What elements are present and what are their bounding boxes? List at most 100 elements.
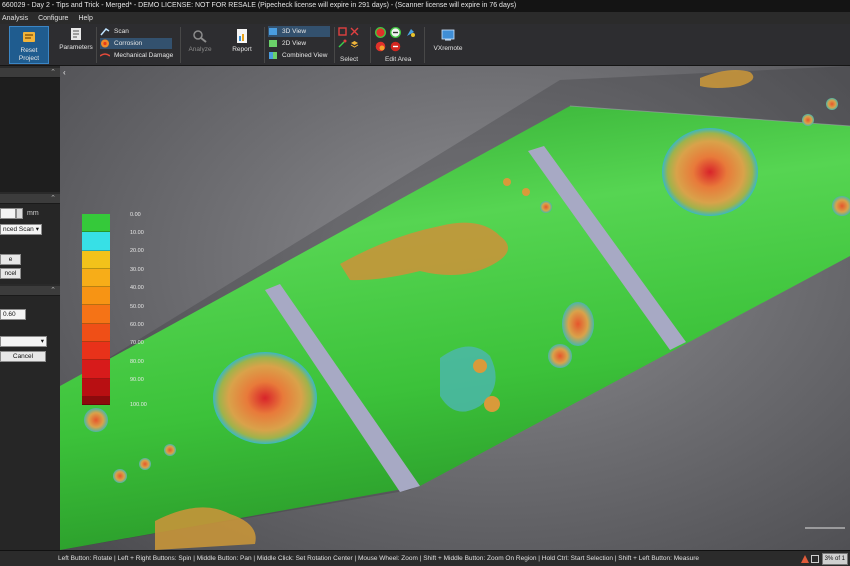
analyze-button[interactable]: Analyze bbox=[184, 28, 216, 54]
panel-body-middle: mm nced Scan ▾ e ncel bbox=[0, 204, 60, 284]
analyze-label: Analyze bbox=[188, 46, 212, 53]
collapse-up-icon[interactable]: ⌃ bbox=[50, 286, 56, 296]
view-2d[interactable]: 2D View bbox=[268, 38, 330, 49]
legend-tick: 100.00 bbox=[130, 402, 147, 408]
legend-color-0 bbox=[82, 214, 110, 233]
warning-icon bbox=[800, 554, 809, 563]
mode-mechanical-damage[interactable]: Mechanical Damage bbox=[100, 50, 180, 61]
legend-tick: 70.00 bbox=[130, 340, 144, 346]
ribbon-separator bbox=[424, 27, 425, 63]
cancel-button-top[interactable]: ncel bbox=[0, 268, 21, 279]
legend-color-7 bbox=[82, 342, 110, 361]
depth-legend bbox=[82, 214, 110, 405]
corrosion-pit-large-left bbox=[213, 352, 317, 444]
select-bowtie-icon[interactable] bbox=[350, 27, 359, 36]
panel-header-bottom[interactable]: ⌃ bbox=[0, 286, 60, 296]
status-bar: Left Button: Rotate | Left + Right Butto… bbox=[0, 550, 850, 566]
mechanical-damage-icon bbox=[100, 53, 110, 57]
reset-project-button[interactable]: Reset Project bbox=[9, 26, 49, 64]
legend-tick: 0.00 bbox=[130, 212, 141, 218]
threshold-value: 0.60 bbox=[3, 311, 16, 318]
left-panel: ⌃ ⌃ mm nced Scan ▾ e ncel ⌃ 0.60 ▾ Cance… bbox=[0, 66, 60, 550]
threshold-input[interactable]: 0.60 bbox=[0, 309, 26, 320]
legend-color-3 bbox=[82, 268, 110, 288]
cancel-button[interactable]: Cancel bbox=[0, 351, 46, 362]
corrosion-pit-tiny bbox=[139, 458, 151, 470]
ribbon-separator bbox=[180, 27, 181, 63]
corrosion-pit-large-right bbox=[662, 128, 758, 216]
select-pick-icon[interactable] bbox=[338, 39, 347, 48]
corrosion-pit-tiny bbox=[113, 469, 127, 483]
ribbon-separator bbox=[334, 27, 335, 63]
zoom-fit-icon[interactable] bbox=[810, 554, 819, 563]
zoom-readout: 3% of 1 bbox=[821, 552, 848, 565]
corrosion-pit-tiny bbox=[522, 188, 530, 196]
collapse-up-icon[interactable]: ⌃ bbox=[50, 194, 56, 204]
view-combined[interactable]: Combined View bbox=[268, 50, 332, 61]
menu-help[interactable]: Help bbox=[78, 15, 92, 22]
legend-color-8 bbox=[82, 360, 110, 379]
combined-view-icon bbox=[269, 52, 277, 59]
delete-area-icon[interactable] bbox=[390, 41, 401, 52]
cancel-label: Cancel bbox=[12, 353, 34, 360]
select-rectangle-icon[interactable] bbox=[338, 27, 347, 36]
collapse-panel-icon[interactable]: ‹ bbox=[63, 68, 66, 77]
window-title: 660029 - Day 2 - Tips and Trick - Merged… bbox=[2, 2, 517, 9]
menu-analysis[interactable]: Analysis bbox=[2, 15, 28, 22]
option-dropdown[interactable]: ▾ bbox=[0, 336, 47, 347]
view-3d[interactable]: 3D View bbox=[268, 26, 330, 37]
cancel-label-top: ncel bbox=[4, 270, 17, 277]
legend-color-6 bbox=[82, 323, 110, 343]
legend-tick: 60.00 bbox=[130, 322, 144, 328]
corrosion-pit-tiny bbox=[802, 114, 814, 126]
corrosion-pit-tiny bbox=[164, 444, 176, 456]
mode-corrosion[interactable]: Corrosion bbox=[100, 38, 172, 49]
ribbon-toolbar: Reset Project Parameters Scan Corrosion … bbox=[0, 24, 850, 66]
report-label: Report bbox=[232, 46, 252, 53]
corrosion-icon bbox=[101, 39, 109, 48]
parameters-label: Parameters bbox=[59, 44, 93, 51]
distance-input[interactable] bbox=[0, 208, 16, 219]
corrosion-pit-small bbox=[562, 302, 594, 346]
add-area-icon[interactable] bbox=[375, 27, 386, 38]
menu-configure[interactable]: Configure bbox=[38, 15, 68, 22]
view-2d-label: 2D View bbox=[282, 40, 307, 47]
edit-area-group-label: Edit Area bbox=[385, 56, 412, 63]
select-group-label: Select bbox=[340, 56, 359, 63]
dropdown-arrow-icon: ▾ bbox=[40, 338, 44, 345]
analyze-icon bbox=[193, 30, 207, 43]
3d-view-icon bbox=[269, 28, 277, 35]
parameters-button[interactable]: Parameters bbox=[58, 26, 94, 52]
legend-color-10 bbox=[82, 396, 110, 405]
paint-area-icon[interactable] bbox=[405, 27, 416, 38]
legend-tick: 20.00 bbox=[130, 248, 144, 254]
vxremote-icon bbox=[441, 29, 455, 41]
vxremote-label: VXremote bbox=[433, 45, 463, 52]
remove-area-icon[interactable] bbox=[390, 27, 401, 38]
merge-area-icon[interactable] bbox=[375, 41, 386, 52]
legend-color-4 bbox=[82, 287, 110, 306]
select-layers-icon[interactable] bbox=[350, 39, 359, 48]
legend-tick: 10.00 bbox=[130, 230, 144, 236]
mode-mechanical-damage-label: Mechanical Damage bbox=[114, 52, 174, 59]
mode-scan[interactable]: Scan bbox=[100, 26, 172, 37]
reset-project-icon bbox=[23, 32, 35, 42]
distance-spinner[interactable] bbox=[16, 208, 23, 219]
panel-header-middle[interactable]: ⌃ bbox=[0, 194, 60, 204]
collapse-up-icon[interactable]: ⌃ bbox=[50, 68, 56, 78]
distance-unit-label: mm bbox=[27, 210, 39, 217]
pipe-3d-model bbox=[60, 66, 850, 550]
pipecheck-app: 660029 - Day 2 - Tips and Trick - Merged… bbox=[0, 0, 850, 566]
panel-header-top[interactable]: ⌃ bbox=[0, 68, 60, 78]
parameters-icon bbox=[71, 28, 81, 40]
legend-tick: 90.00 bbox=[130, 377, 144, 383]
legend-tick: 40.00 bbox=[130, 285, 144, 291]
panel-body-top bbox=[0, 78, 60, 192]
report-button[interactable]: Report bbox=[226, 28, 258, 54]
scan-type-dropdown[interactable]: nced Scan ▾ bbox=[0, 224, 42, 235]
mode-corrosion-label: Corrosion bbox=[114, 40, 143, 47]
3d-viewport[interactable]: ‹ 0.00 10.00 20.00 30.00 40.00 50.00 60.… bbox=[60, 66, 850, 550]
menu-bar: Analysis Configure Help bbox=[0, 12, 850, 24]
apply-button[interactable]: e bbox=[0, 254, 21, 265]
vxremote-button[interactable]: VXremote bbox=[428, 27, 468, 53]
